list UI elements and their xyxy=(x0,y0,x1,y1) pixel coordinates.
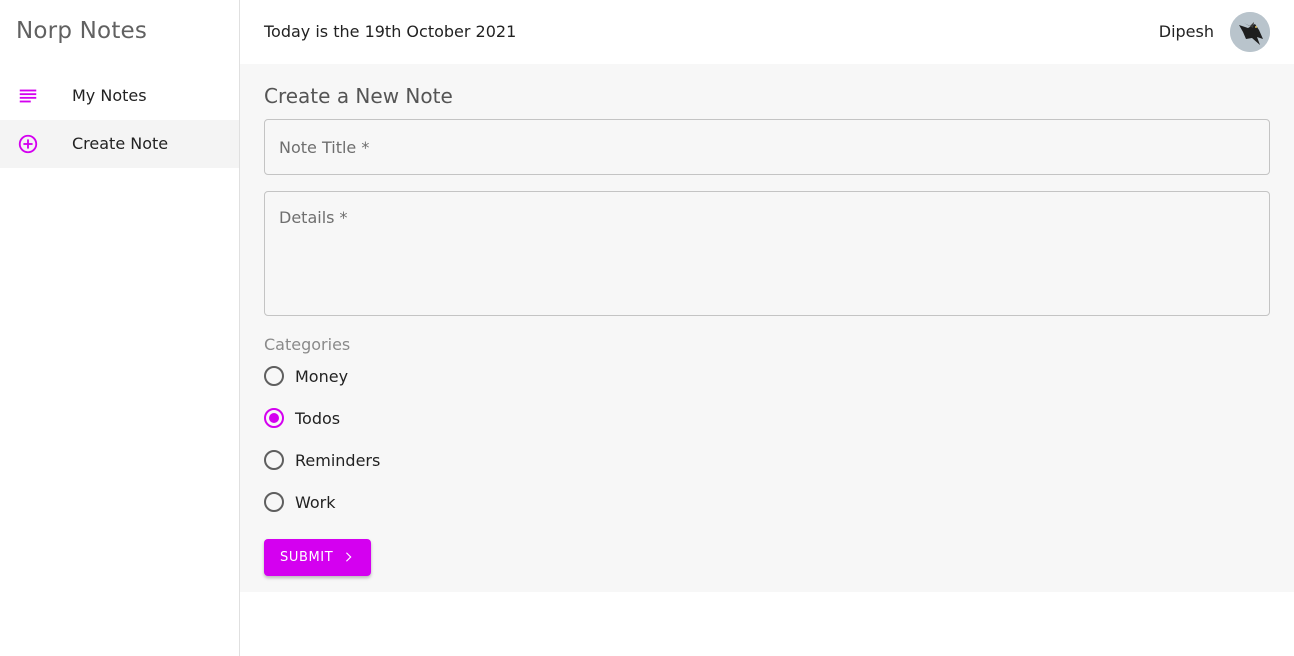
chevron-right-icon xyxy=(346,552,352,562)
main-content: Create a New Note Categories Money Todos… xyxy=(240,64,1294,592)
sidebar-item-my-notes[interactable]: My Notes xyxy=(0,72,239,120)
categories-label: Categories xyxy=(264,335,351,354)
sidebar-item-label: My Notes xyxy=(72,86,147,105)
submit-button[interactable]: Submit xyxy=(264,539,371,576)
eagle-avatar-icon xyxy=(1230,12,1270,52)
app-header: Today is the 19th October 2021 Dipesh xyxy=(240,0,1294,64)
radio-button[interactable] xyxy=(264,408,284,428)
category-radio-todos[interactable]: Todos xyxy=(262,402,340,434)
radio-label: Reminders xyxy=(295,450,381,470)
username: Dipesh xyxy=(1158,22,1214,41)
sidebar-item-create-note[interactable]: Create Note xyxy=(0,120,239,168)
radio-label: Money xyxy=(295,366,349,386)
radio-button[interactable] xyxy=(264,366,284,386)
note-title-field[interactable] xyxy=(264,119,1270,175)
sidebar: Norp Notes My Notes Create Note xyxy=(0,0,240,656)
category-radio-work[interactable]: Work xyxy=(262,486,336,518)
details-field[interactable] xyxy=(264,191,1270,316)
date-text: Today is the 19th October 2021 xyxy=(264,22,517,41)
radio-button[interactable] xyxy=(264,492,284,512)
page-title: Create a New Note xyxy=(264,84,453,108)
category-radio-reminders[interactable]: Reminders xyxy=(262,444,380,476)
note-title-input[interactable] xyxy=(265,120,1269,174)
category-radio-money[interactable]: Money xyxy=(262,360,348,392)
radio-label: Todos xyxy=(295,408,341,428)
sidebar-item-label: Create Note xyxy=(72,134,169,153)
submit-label: Submit xyxy=(280,550,334,565)
radio-label: Work xyxy=(295,492,336,512)
details-input[interactable] xyxy=(265,192,1269,315)
avatar[interactable] xyxy=(1230,12,1270,52)
subject-icon xyxy=(19,89,37,103)
radio-button[interactable] xyxy=(264,450,284,470)
app-brand: Norp Notes xyxy=(16,18,148,44)
add-circle-icon xyxy=(18,134,38,154)
